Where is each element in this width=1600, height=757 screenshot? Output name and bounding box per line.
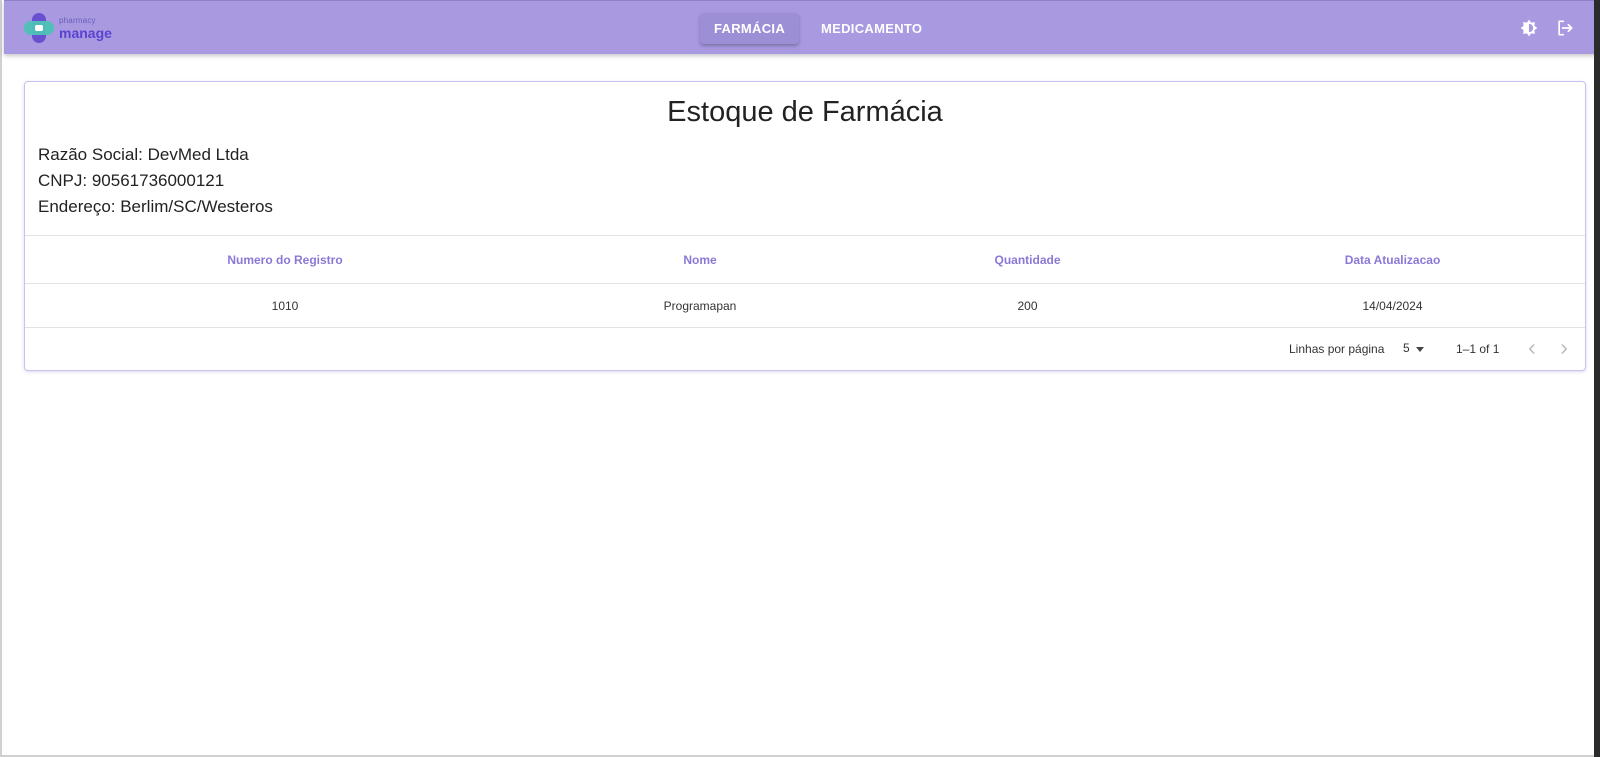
- column-header-data-atualizacao[interactable]: Data Atualizacao: [1200, 236, 1585, 283]
- rows-per-page-value: 5: [1403, 341, 1410, 355]
- pharmacy-cross-logo-icon: [22, 11, 56, 45]
- table-pagination: Linhas por página 5 1–1 of 1: [25, 327, 1585, 371]
- app-logo[interactable]: pharmacy manage: [22, 11, 112, 45]
- window-scrollbar[interactable]: [1594, 0, 1600, 757]
- logo-text-big: manage: [59, 24, 112, 41]
- main-nav: FARMÁCIA MEDICAMENTO: [700, 13, 936, 44]
- chevron-left-icon: [1528, 344, 1535, 354]
- app-bar: pharmacy manage FARMÁCIA MEDICAMENTO: [4, 0, 1596, 54]
- tab-medicamento[interactable]: MEDICAMENTO: [807, 13, 936, 44]
- table-header-row: Numero do Registro Nome Quantidade Data …: [25, 236, 1585, 284]
- logout-button[interactable]: [1554, 17, 1576, 39]
- column-header-nome[interactable]: Nome: [545, 236, 855, 283]
- cell-nome: Programapan: [663, 298, 737, 313]
- logo-text: pharmacy manage: [59, 15, 112, 41]
- table-row[interactable]: 1010 Programapan 200 14/04/2024: [25, 284, 1585, 328]
- cell-quantidade: 200: [1017, 298, 1038, 313]
- column-header-quantidade[interactable]: Quantidade: [855, 236, 1200, 283]
- pagination-range: 1–1 of 1: [1456, 342, 1500, 356]
- next-page-button[interactable]: [1554, 339, 1574, 359]
- caret-down-icon: [1415, 346, 1424, 352]
- razao-social-text: Razão Social: DevMed Ltda: [38, 145, 249, 164]
- theme-toggle-button[interactable]: [1518, 17, 1540, 39]
- app-window: pharmacy manage FARMÁCIA MEDICAMENTO Est…: [0, 0, 1600, 757]
- cnpj-text: CNPJ: 90561736000121: [38, 171, 225, 190]
- logo-text-small: pharmacy: [59, 15, 96, 25]
- brightness-icon: [1520, 19, 1538, 37]
- logout-icon: [1558, 20, 1573, 36]
- chevron-right-icon: [1561, 344, 1568, 354]
- pharmacy-stock-card: Estoque de Farmácia Razão Social: DevMed…: [24, 81, 1586, 371]
- cell-data-atualizacao: 14/04/2024: [1362, 298, 1423, 313]
- previous-page-button[interactable]: [1522, 339, 1542, 359]
- column-header-numero-registro[interactable]: Numero do Registro: [25, 236, 545, 283]
- rows-per-page-label: Linhas por página: [1289, 342, 1385, 356]
- page-title: Estoque de Farmácia: [667, 96, 943, 128]
- rows-per-page-select[interactable]: 5: [1403, 341, 1424, 355]
- tab-farmacia[interactable]: FARMÁCIA: [700, 13, 800, 44]
- cell-numero-registro: 1010: [271, 298, 299, 313]
- stock-table: Numero do Registro Nome Quantidade Data …: [25, 235, 1585, 328]
- endereco-text: Endereço: Berlim/SC/Westeros: [38, 197, 273, 216]
